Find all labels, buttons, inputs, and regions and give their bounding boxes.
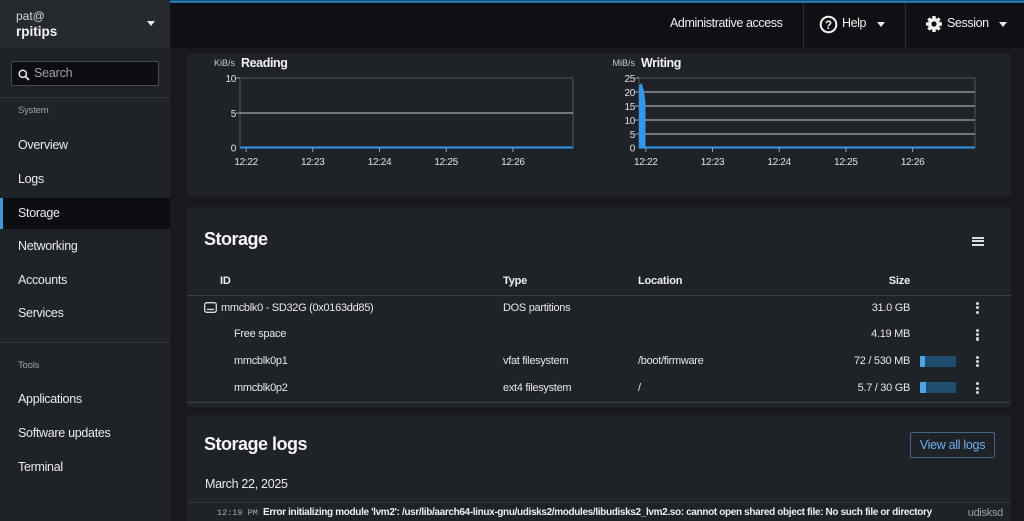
svg-text:25: 25 xyxy=(624,74,635,85)
svg-text:20: 20 xyxy=(624,88,635,99)
svg-text:12:22: 12:22 xyxy=(234,157,258,168)
svg-text:Reading: Reading xyxy=(241,56,288,70)
svg-text:KiB/s: KiB/s xyxy=(214,58,236,68)
svg-text:Writing: Writing xyxy=(641,56,681,70)
svg-text:0: 0 xyxy=(630,144,636,155)
svg-text:5: 5 xyxy=(630,130,636,141)
svg-text:10: 10 xyxy=(624,116,635,127)
svg-text:12:23: 12:23 xyxy=(301,157,325,168)
svg-text:15: 15 xyxy=(624,102,635,113)
svg-text:12:24: 12:24 xyxy=(767,157,791,168)
svg-text:10: 10 xyxy=(225,74,236,85)
svg-text:12:25: 12:25 xyxy=(434,157,458,168)
svg-text:5: 5 xyxy=(231,109,237,120)
svg-text:12:25: 12:25 xyxy=(834,157,858,168)
svg-text:?: ? xyxy=(825,20,832,32)
svg-text:12:22: 12:22 xyxy=(634,157,658,168)
svg-text:0: 0 xyxy=(231,144,237,155)
svg-text:12:26: 12:26 xyxy=(501,157,525,168)
svg-text:MiB/s: MiB/s xyxy=(613,58,636,68)
svg-text:12:26: 12:26 xyxy=(901,157,925,168)
svg-text:12:24: 12:24 xyxy=(368,157,392,168)
svg-text:12:23: 12:23 xyxy=(701,157,725,168)
